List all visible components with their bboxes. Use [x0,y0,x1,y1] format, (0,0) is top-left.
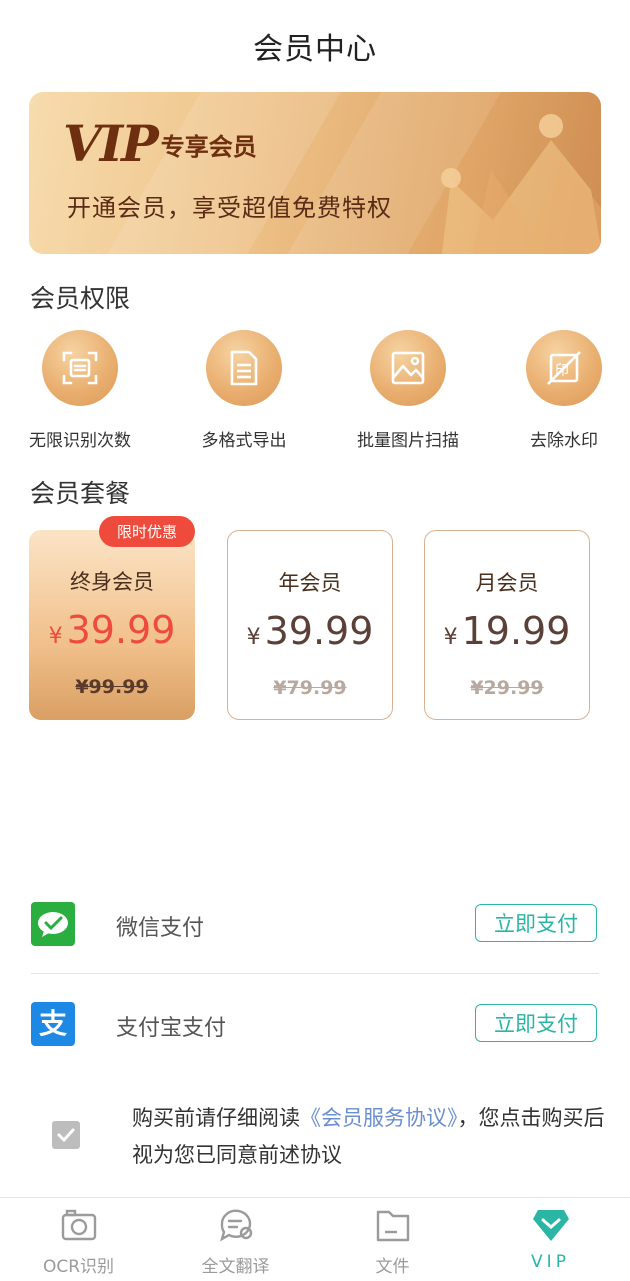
tab-label: 文件 [375,1257,410,1277]
wechat-pay-icon [31,902,75,946]
document-icon [206,330,282,406]
perk-label: 批量图片扫描 [357,431,459,451]
page-title: 会员中心 [253,32,377,67]
perk-multi-format-export[interactable]: 多格式导出 [174,330,314,451]
plan-name: 年会员 [278,571,342,595]
plan-price: ¥39.99 [246,609,374,653]
perk-label: 去除水印 [530,431,598,451]
tab-files[interactable]: 文件 [314,1198,471,1281]
scan-icon [42,330,118,406]
plan-price: ¥19.99 [443,609,571,653]
plan-original-price: ¥99.99 [75,676,149,698]
tab-label: VIP [531,1252,570,1272]
agreement-checkbox[interactable] [52,1121,80,1149]
pay-method-label: 微信支付 [116,916,205,941]
banner-description: 开通会员，享受超值免费特权 [67,194,392,222]
perk-label: 无限识别次数 [29,431,131,451]
bottom-tab-bar: OCR识别 全文翻译 文件 VIP [0,1197,630,1281]
limited-offer-badge: 限时优惠 [98,516,195,547]
pay-method-label: 支付宝支付 [116,1016,227,1041]
tab-ocr[interactable]: OCR识别 [0,1198,157,1281]
no-watermark-icon: 印 [526,330,602,406]
vip-diamond-icon [532,1210,569,1241]
plan-original-price: ¥79.99 [273,677,347,699]
plan-original-price: ¥29.99 [470,677,544,699]
camera-icon [61,1209,96,1241]
perk-label: 多格式导出 [201,431,287,451]
pay-row-alipay: 支 支付宝支付 立即支付 [0,974,630,1074]
perk-remove-watermark[interactable]: 印 去除水印 [494,330,630,451]
payment-methods: 微信支付 立即支付 支 支付宝支付 立即支付 [0,874,630,1074]
tab-translate[interactable]: 全文翻译 [157,1198,314,1281]
alipay-icon: 支 [31,1002,75,1046]
perk-batch-image-scan[interactable]: 批量图片扫描 [338,330,478,451]
tab-label: OCR识别 [42,1257,115,1277]
folder-icon [376,1210,409,1242]
plan-price: ¥39.99 [48,608,176,652]
divider [31,973,599,974]
perks-section-title: 会员权限 [30,284,131,313]
agreement-text: 购买前请仔细阅读《会员服务协议》，您点击购买后视为您已同意前述协议 [132,1106,605,1167]
alipay-pay-button[interactable]: 立即支付 [475,1004,597,1042]
service-agreement-link[interactable]: 《会员服务协议》 [300,1106,458,1130]
tab-label: 全文翻译 [201,1257,270,1277]
banner-heading: VIP 专享会员 [63,114,257,173]
translate-icon [219,1209,252,1242]
crown-icon [441,114,601,254]
plan-name: 终身会员 [70,570,154,594]
plan-name: 月会员 [475,571,539,595]
image-icon [370,330,446,406]
plans-section-title: 会员套餐 [30,479,131,508]
plan-card-monthly[interactable]: 月会员 ¥19.99 ¥29.99 [424,530,590,720]
vip-banner: VIP 专享会员 开通会员，享受超值免费特权 [29,92,601,254]
plan-card-yearly[interactable]: 年会员 ¥39.99 ¥79.99 [227,530,393,720]
pay-row-wechat: 微信支付 立即支付 [0,874,630,974]
vip-logo-text: VIP [63,114,159,173]
banner-subtitle: 专享会员 [160,133,257,161]
tab-vip[interactable]: VIP [472,1198,629,1281]
wechat-pay-button[interactable]: 立即支付 [475,904,597,942]
perk-unlimited-recognition[interactable]: 无限识别次数 [10,330,150,451]
plan-card-lifetime[interactable]: 限时优惠 终身会员 ¥39.99 ¥99.99 [29,516,195,720]
